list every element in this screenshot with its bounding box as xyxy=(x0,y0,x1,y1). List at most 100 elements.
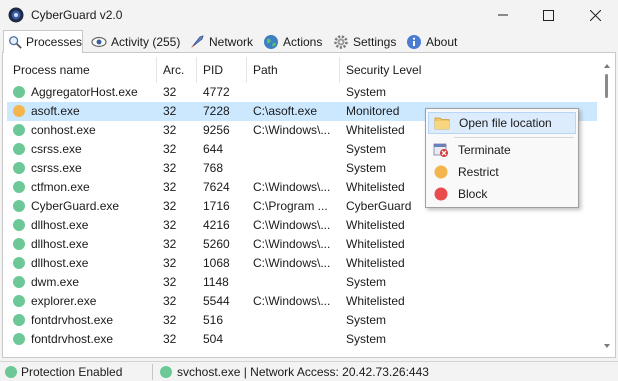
cell-arc: 32 xyxy=(163,294,177,308)
scroll-up-arrow-icon[interactable] xyxy=(603,63,611,69)
column-header-security-level[interactable]: Security Level xyxy=(340,57,597,83)
rocket-icon xyxy=(191,35,204,48)
cell-name: ctfmon.exe xyxy=(31,180,90,194)
close-icon xyxy=(589,9,601,21)
table-row[interactable]: AggregatorHost.exe 32 4772 System xyxy=(7,83,597,102)
cell-arc: 32 xyxy=(163,161,177,175)
tab-processes[interactable]: Processes xyxy=(3,30,83,53)
tab-label: Network xyxy=(209,35,254,49)
tab-activity[interactable]: Activity (255) xyxy=(87,32,183,52)
tab-label: Processes xyxy=(25,35,82,49)
folder-icon xyxy=(434,115,450,131)
cell-name: fontdrvhost.exe xyxy=(31,332,114,346)
cell-name: dllhost.exe xyxy=(31,237,89,251)
close-button[interactable] xyxy=(572,0,618,30)
cell-pid: 5260 xyxy=(203,237,230,251)
maximize-icon xyxy=(542,9,554,21)
cell-level: Whitelisted xyxy=(346,237,405,251)
column-header-pid[interactable]: PID xyxy=(197,57,247,83)
cell-arc: 32 xyxy=(163,256,177,270)
table-row[interactable]: dllhost.exe 32 1068 C:\Windows\... Whitelist… xyxy=(7,254,597,273)
cell-pid: 9256 xyxy=(203,123,230,137)
cell-pid: 1148 xyxy=(203,275,229,289)
magnifier-icon xyxy=(9,36,22,49)
cell-level: Whitelisted xyxy=(346,294,405,308)
cell-path xyxy=(247,83,340,102)
vertical-scrollbar[interactable] xyxy=(603,57,611,357)
cell-pid: 516 xyxy=(203,313,224,327)
column-header-arc[interactable]: Arc. xyxy=(157,57,197,83)
cell-name: csrss.exe xyxy=(31,142,82,156)
table-row[interactable]: dllhost.exe 32 5260 C:\Windows\... Whitelist… xyxy=(7,235,597,254)
menu-item-label: Terminate xyxy=(458,143,511,157)
cell-name: CyberGuard.exe xyxy=(31,199,120,213)
tab-actions[interactable]: Actions xyxy=(259,32,325,52)
cell-pid: 1068 xyxy=(203,256,230,270)
cell-path: C:\asoft.exe xyxy=(253,104,318,118)
maximize-button[interactable] xyxy=(525,0,571,30)
scroll-thumb[interactable] xyxy=(605,74,608,98)
eye-icon xyxy=(91,36,107,48)
cell-name: explorer.exe xyxy=(31,294,97,308)
cell-name: csrss.exe xyxy=(31,161,82,175)
network-status-text: svchost.exe | Network Access: 20.42.73.2… xyxy=(177,365,429,379)
cell-arc: 32 xyxy=(163,123,177,137)
cell-level: Whitelisted xyxy=(346,256,405,270)
tab-strip: Processes Activity (255) Network Actions… xyxy=(0,30,618,53)
cell-pid: 4772 xyxy=(203,85,230,99)
cell-path: C:\Windows\... xyxy=(253,294,331,308)
cell-path xyxy=(247,159,340,178)
cell-path: C:\Windows\... xyxy=(253,237,331,251)
info-icon xyxy=(407,35,421,49)
tab-network[interactable]: Network xyxy=(185,32,255,52)
network-status-icon xyxy=(160,366,172,378)
cell-path xyxy=(247,330,340,349)
gear-icon xyxy=(334,35,348,49)
cell-pid: 7624 xyxy=(203,180,230,194)
cell-arc: 32 xyxy=(163,218,177,232)
cell-path: C:\Windows\... xyxy=(253,180,331,194)
cell-path xyxy=(247,140,340,159)
table-row[interactable]: fontdrvhost.exe 32 504 System xyxy=(7,330,597,349)
cell-level: System xyxy=(346,85,387,99)
cell-pid: 7228 xyxy=(203,104,230,118)
cell-arc: 32 xyxy=(163,180,177,194)
menu-item-restrict[interactable]: Restrict xyxy=(428,161,576,183)
table-row[interactable]: explorer.exe 32 5544 C:\Windows\... Whitelis… xyxy=(7,292,597,311)
cell-level: System xyxy=(346,313,387,327)
orange-circle-icon xyxy=(433,164,449,180)
menu-separator xyxy=(454,137,574,138)
menu-item-terminate[interactable]: Terminate xyxy=(428,139,576,161)
table-row[interactable]: dwm.exe 32 1148 System xyxy=(7,273,597,292)
tab-settings[interactable]: Settings xyxy=(329,32,397,52)
menu-item-open-file-location[interactable]: Open file location xyxy=(428,112,576,134)
tab-label: Settings xyxy=(353,35,397,49)
protection-status-icon xyxy=(5,366,17,378)
red-circle-icon xyxy=(433,186,449,202)
column-header-process-name[interactable]: Process name xyxy=(7,57,157,83)
column-header-path[interactable]: Path xyxy=(247,57,340,83)
cell-arc: 32 xyxy=(163,275,177,289)
status-divider xyxy=(152,364,153,380)
table-row[interactable]: fontdrvhost.exe 32 516 System xyxy=(7,311,597,330)
cell-arc: 32 xyxy=(163,142,177,156)
globe-icon xyxy=(264,35,278,49)
menu-item-label: Restrict xyxy=(458,165,499,179)
scroll-down-arrow-icon[interactable] xyxy=(603,343,611,349)
menu-item-block[interactable]: Block xyxy=(428,183,576,205)
cell-pid: 5544 xyxy=(203,294,230,308)
cell-arc: 32 xyxy=(163,199,177,213)
cell-pid: 1716 xyxy=(203,199,230,213)
cell-path: C:\Program ... xyxy=(253,199,328,213)
minimize-button[interactable] xyxy=(480,0,526,30)
table-row[interactable]: dllhost.exe 32 4216 C:\Windows\... Whitelist… xyxy=(7,216,597,235)
tab-label: Activity (255) xyxy=(111,35,181,49)
tab-label: Actions xyxy=(283,35,323,49)
cell-path: C:\Windows\... xyxy=(253,123,331,137)
cell-path: C:\Windows\... xyxy=(253,218,331,232)
cell-name: dllhost.exe xyxy=(31,256,89,270)
tab-about[interactable]: About xyxy=(402,32,462,52)
cell-arc: 32 xyxy=(163,332,177,346)
cell-name: conhost.exe xyxy=(31,123,96,137)
cell-name: AggregatorHost.exe xyxy=(31,85,138,99)
